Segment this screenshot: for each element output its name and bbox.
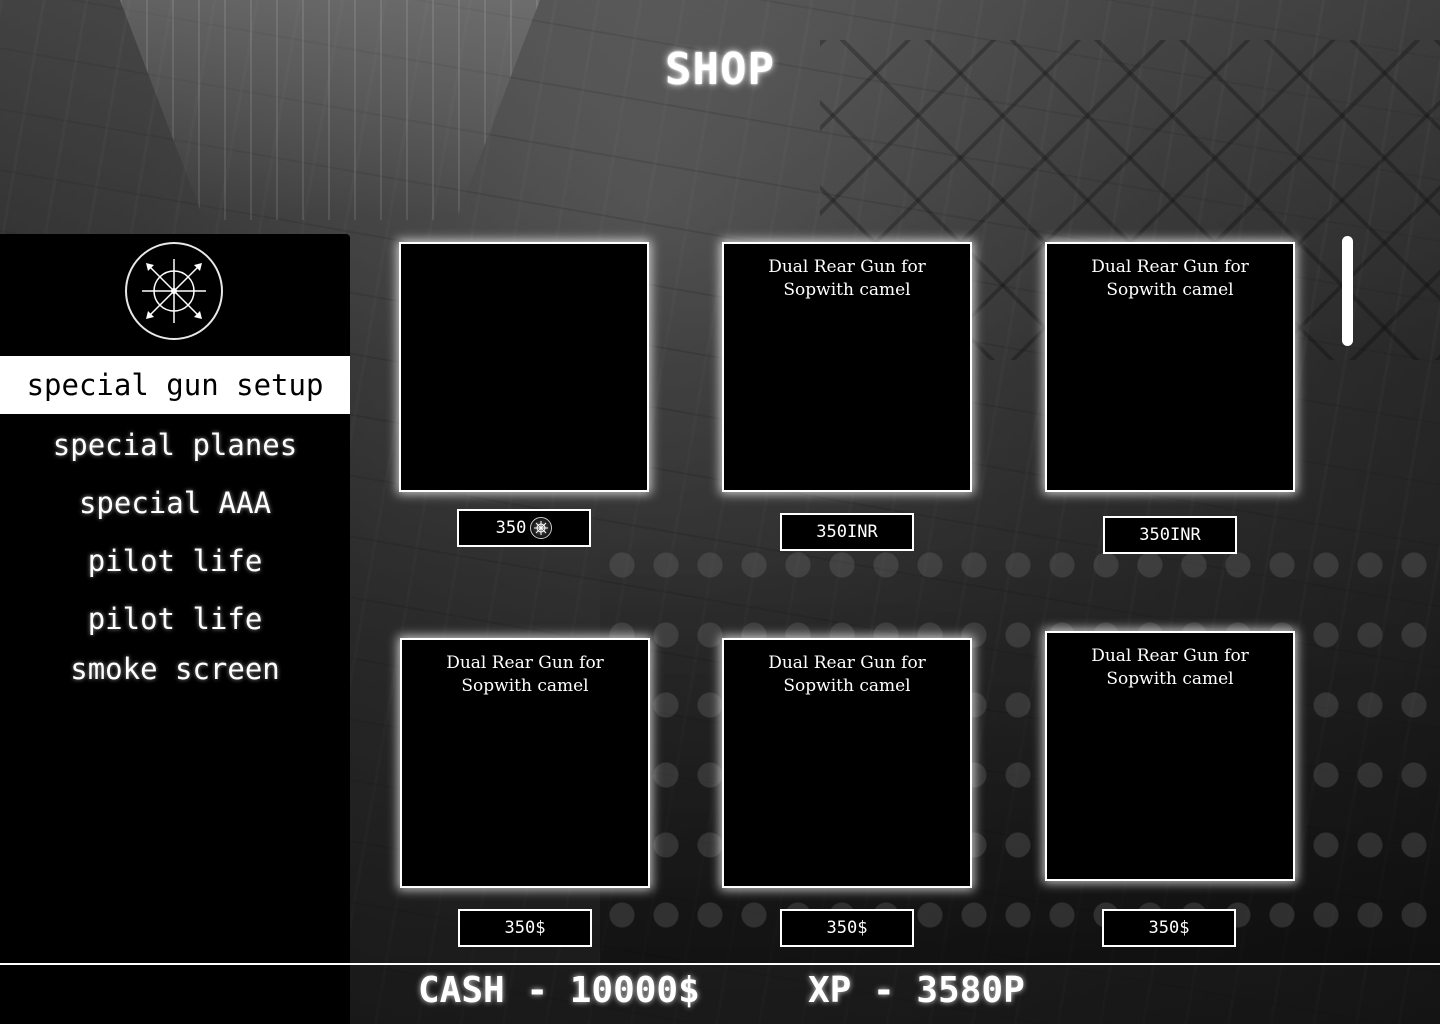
menu-pilot-life-2[interactable]: pilot life: [0, 602, 350, 636]
buy-price-button[interactable]: 350$: [1102, 909, 1236, 947]
menu-smoke-screen[interactable]: smoke screen: [0, 652, 350, 686]
price-label: 350INR: [816, 522, 878, 542]
shop-item-title: Dual Rear Gun for Sopwith camel: [1091, 257, 1249, 300]
shop-item-card[interactable]: Dual Rear Gun for Sopwith camel: [1045, 242, 1295, 492]
shop-item-card[interactable]: Dual Rear Gun for Sopwith camel: [722, 242, 972, 492]
price-label: 350$: [504, 918, 546, 938]
menu-special-planes[interactable]: special planes: [0, 428, 350, 462]
buy-price-button[interactable]: 350$: [780, 909, 914, 947]
buy-price-button[interactable]: 350: [457, 509, 591, 547]
price-label: 350: [495, 518, 527, 538]
buy-price-button[interactable]: 350INR: [780, 513, 914, 551]
footer-divider: [0, 963, 1440, 965]
shop-item-title: Dual Rear Gun for Sopwith camel: [446, 653, 604, 696]
shop-item-card[interactable]: Dual Rear Gun for Sopwith camel: [722, 638, 972, 888]
cash-display: CASH - 10000$: [418, 970, 700, 1011]
menu-special-gun-setup[interactable]: special gun setup: [0, 356, 350, 414]
price-label: 350$: [826, 918, 868, 938]
price-label: 350INR: [1139, 525, 1201, 545]
page-title: SHOP: [665, 44, 775, 95]
buy-price-button[interactable]: 350INR: [1103, 516, 1237, 554]
buy-price-button[interactable]: 350$: [458, 909, 592, 947]
shop-item-title: Dual Rear Gun for Sopwith camel: [768, 653, 926, 696]
shop-item-card[interactable]: Dual Rear Gun for Sopwith camel: [400, 638, 650, 888]
coin-icon: [530, 517, 553, 539]
shop-item-title: Dual Rear Gun for Sopwith camel: [1091, 646, 1249, 689]
shop-item-title: Dual Rear Gun for Sopwith camel: [768, 257, 926, 300]
menu-pilot-life[interactable]: pilot life: [0, 544, 350, 578]
xp-display: XP - 3580P: [808, 970, 1025, 1011]
price-label: 350$: [1148, 918, 1190, 938]
shop-item-card[interactable]: [399, 242, 649, 492]
scrollbar-thumb[interactable]: [1342, 236, 1353, 346]
category-sidebar: special gun setup special planes special…: [0, 234, 350, 1024]
background-roof: [120, 0, 540, 220]
shop-item-card[interactable]: Dual Rear Gun for Sopwith camel: [1045, 631, 1295, 881]
menu-special-aaa[interactable]: special AAA: [0, 486, 350, 520]
crosshair-compass-icon: [125, 242, 223, 340]
